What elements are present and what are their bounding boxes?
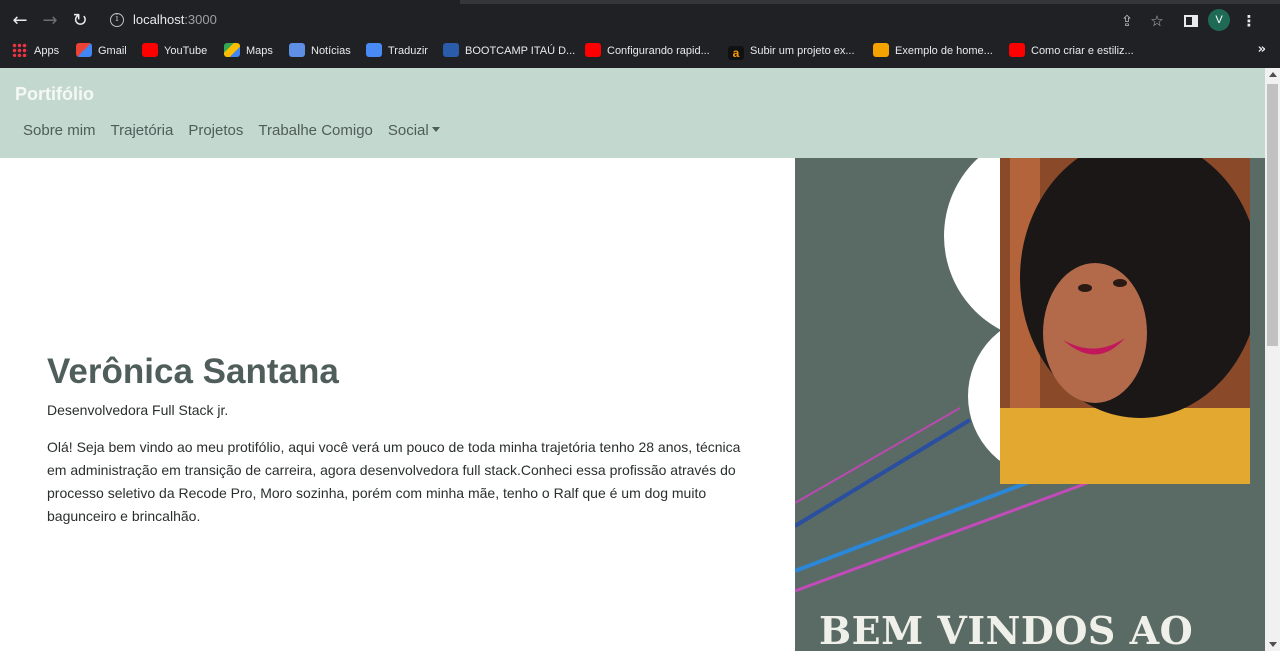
page-icon xyxy=(873,43,889,57)
nav-link-sobre-mim[interactable]: Sobre mim xyxy=(23,122,96,144)
toolbar: ← → ↻ i localhost:3000 ⇪ ☆ V ⋮ xyxy=(0,4,1280,38)
caret-down-icon xyxy=(431,127,440,132)
nav-links: Sobre mim Trajetória Projetos Trabalhe C… xyxy=(15,122,447,144)
decorative-line xyxy=(795,418,972,528)
bookmark-label: Traduzir xyxy=(388,45,428,57)
nav-dropdown-social[interactable]: Social xyxy=(388,122,440,144)
bookmark-label: Como criar e estiliz... xyxy=(1031,45,1134,57)
bookmark-bootcamp[interactable]: BOOTCAMP ITAÚ D... xyxy=(443,42,575,60)
hero-intro: Verônica Santana Desenvolvedora Full Sta… xyxy=(0,158,795,651)
site-info-icon[interactable]: i xyxy=(110,13,124,27)
maps-icon xyxy=(224,43,240,57)
bookmark-noticias[interactable]: Notícias xyxy=(289,42,351,60)
youtube-icon xyxy=(1009,43,1025,57)
bookmark-label: Apps xyxy=(34,45,60,57)
bookmark-label: Maps xyxy=(246,45,273,57)
profile-name: Verônica Santana xyxy=(47,352,339,391)
bookmark-configurando[interactable]: Configurando rapid... xyxy=(585,42,710,60)
profile-photo xyxy=(1000,158,1265,651)
page-viewport: Portifólio Sobre mim Trajetória Projetos… xyxy=(0,68,1265,651)
bookmark-subir-projeto[interactable]: a Subir um projeto ex... xyxy=(728,42,855,60)
url-text[interactable]: localhost:3000 xyxy=(133,12,217,27)
forward-arrow-icon[interactable]: → xyxy=(38,9,62,33)
page-scrollbar[interactable] xyxy=(1265,68,1280,651)
browser-chrome: ← → ↻ i localhost:3000 ⇪ ☆ V ⋮ Apps Gmai… xyxy=(0,0,1280,68)
youtube-icon xyxy=(585,43,601,57)
scrollbar-thumb[interactable] xyxy=(1267,84,1278,346)
bookmark-label: Notícias xyxy=(311,45,351,57)
bookmark-label: Exemplo de home... xyxy=(895,45,993,57)
bookmark-label: Gmail xyxy=(98,45,127,57)
brand-link[interactable]: Portifólio xyxy=(15,84,94,105)
bookmark-youtube[interactable]: YouTube xyxy=(142,42,207,60)
bookmarks-bar: Apps Gmail YouTube Maps Notícias Traduzi… xyxy=(0,38,1280,64)
bookmark-apps[interactable]: Apps xyxy=(12,42,59,60)
banner-welcome-text: BEM VINDOS AO xyxy=(819,608,1194,651)
youtube-icon xyxy=(142,43,158,57)
toolbar-actions: ⇪ ☆ V ⋮ xyxy=(1110,4,1280,38)
side-panel-icon[interactable] xyxy=(1180,10,1202,32)
kebab-menu-icon[interactable]: ⋮ xyxy=(1238,10,1260,32)
bookmark-traduzir[interactable]: Traduzir xyxy=(366,42,428,60)
banner-illustration xyxy=(795,158,1265,651)
nav-link-trajetoria[interactable]: Trajetória xyxy=(111,122,174,144)
share-icon[interactable]: ⇪ xyxy=(1116,10,1138,32)
site-navbar: Portifólio Sobre mim Trajetória Projetos… xyxy=(0,68,1265,158)
scroll-down-arrow-icon[interactable] xyxy=(1269,642,1277,647)
profile-role: Desenvolvedora Full Stack jr. xyxy=(47,402,229,418)
bookmark-star-icon[interactable]: ☆ xyxy=(1146,10,1168,32)
bookmark-label: Subir um projeto ex... xyxy=(750,45,855,57)
bookmark-label: Configurando rapid... xyxy=(607,45,710,57)
gmail-icon xyxy=(76,43,92,57)
address-bar[interactable]: i localhost:3000 xyxy=(100,7,1150,35)
bookmark-exemplo-home[interactable]: Exemplo de home... xyxy=(873,42,993,60)
bookmark-maps[interactable]: Maps xyxy=(224,42,273,60)
url-host: localhost xyxy=(133,12,185,27)
reload-icon[interactable]: ↻ xyxy=(68,9,92,33)
news-icon xyxy=(289,43,305,57)
apps-grid-icon xyxy=(12,43,28,57)
url-port: :3000 xyxy=(184,12,217,27)
decorative-line xyxy=(795,407,961,504)
amazon-icon: a xyxy=(728,46,744,60)
nav-link-trabalhe-comigo[interactable]: Trabalhe Comigo xyxy=(258,122,373,144)
bookmark-label: BOOTCAMP ITAÚ D... xyxy=(465,45,576,57)
decorative-line xyxy=(795,474,1046,573)
dio-icon xyxy=(443,43,459,57)
nav-link-projetos[interactable]: Projetos xyxy=(188,122,243,144)
bookmark-label: YouTube xyxy=(164,45,208,57)
profile-bio: Olá! Seja bem vindo ao meu protifólio, a… xyxy=(47,439,741,524)
scroll-up-arrow-icon[interactable] xyxy=(1269,72,1277,77)
translate-icon xyxy=(366,43,382,57)
bookmarks-overflow-button[interactable]: » xyxy=(1258,42,1266,57)
back-arrow-icon[interactable]: ← xyxy=(8,9,32,33)
profile-avatar[interactable]: V xyxy=(1208,9,1230,31)
bookmark-gmail[interactable]: Gmail xyxy=(76,42,127,60)
hero-banner-image: BEM VINDOS AO xyxy=(795,158,1265,651)
bookmark-como-criar[interactable]: Como criar e estiliz... xyxy=(1009,42,1134,60)
nav-dropdown-social-label: Social xyxy=(387,122,429,139)
